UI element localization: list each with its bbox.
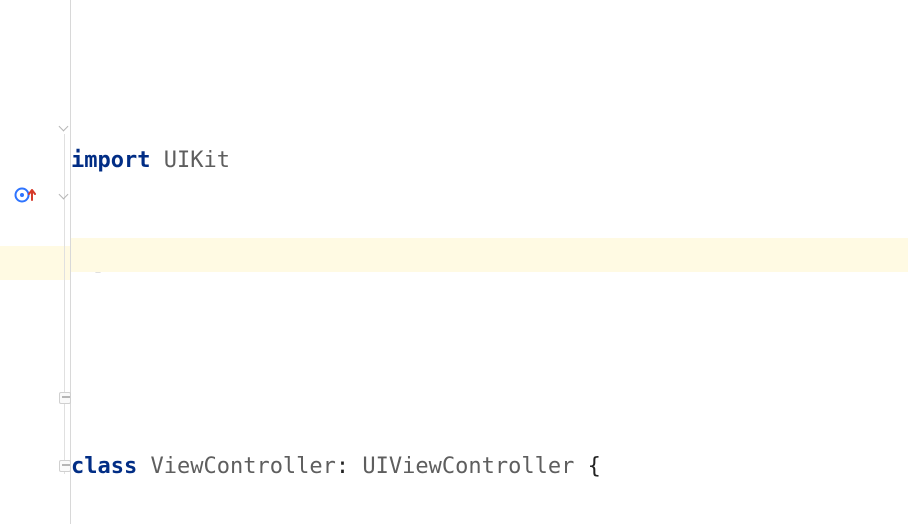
current-line-gutter-bg xyxy=(0,246,70,280)
code-line-blank xyxy=(71,246,908,280)
code-text-area[interactable]: import UIKit class ViewController: UIVie… xyxy=(71,0,908,524)
code-line: class ViewController: UIViewController { xyxy=(71,450,908,484)
fold-handle-func-close[interactable] xyxy=(59,392,71,404)
override-gutter-icon[interactable] xyxy=(14,184,36,206)
code-line: import UIKit xyxy=(71,144,908,178)
type-ref: UIKit xyxy=(164,148,230,173)
type-ref: UIViewController xyxy=(362,454,574,479)
code-line-blank xyxy=(71,348,908,382)
keyword-import: import xyxy=(71,148,150,173)
code-editor[interactable]: import UIKit class ViewController: UIVie… xyxy=(0,0,908,524)
fold-guide-line xyxy=(64,134,65,474)
fold-handle-class-open[interactable] xyxy=(57,120,71,134)
editor-gutter xyxy=(0,0,71,524)
keyword-class: class xyxy=(71,454,137,479)
type-decl: ViewController xyxy=(150,454,335,479)
fold-handle-func-open[interactable] xyxy=(57,188,71,202)
fold-handle-class-close[interactable] xyxy=(59,460,71,472)
